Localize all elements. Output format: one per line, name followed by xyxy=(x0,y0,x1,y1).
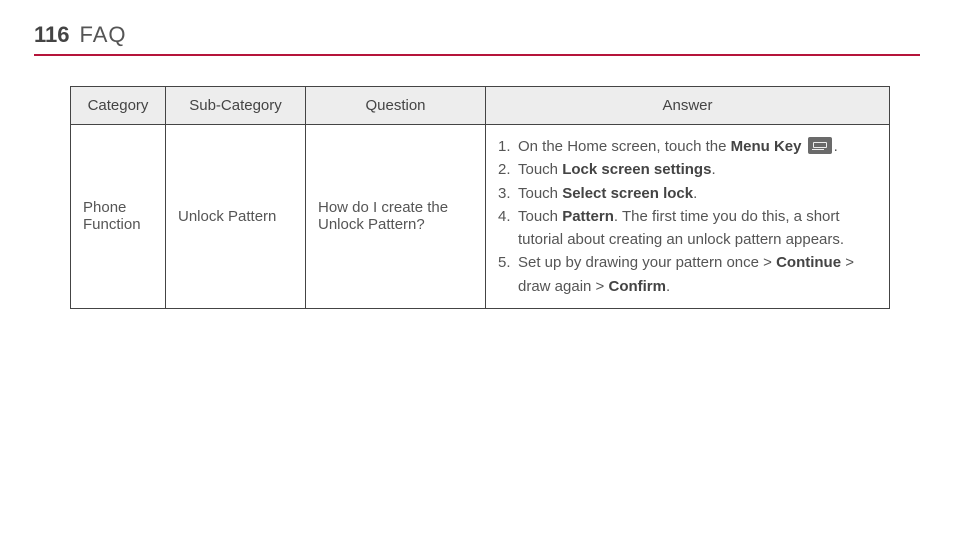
step-2: Touch Lock screen settings. xyxy=(498,158,877,181)
step-text: . xyxy=(666,278,670,295)
cell-question: How do I create the Unlock Pattern? xyxy=(306,125,486,309)
header-answer: Answer xyxy=(486,87,890,125)
step-bold: Continue xyxy=(776,254,841,271)
step-1: On the Home screen, touch the Menu Key . xyxy=(498,135,877,158)
cell-category: Phone Function xyxy=(71,125,166,309)
step-3: Touch Select screen lock. xyxy=(498,182,877,205)
step-bold: Menu Key xyxy=(731,138,802,155)
header-category: Category xyxy=(71,87,166,125)
cell-sub-category: Unlock Pattern xyxy=(166,125,306,309)
step-text: . xyxy=(693,185,697,202)
step-text: On the Home screen, touch the xyxy=(518,138,731,155)
faq-table: Category Sub-Category Question Answer Ph… xyxy=(70,86,890,309)
answer-steps: On the Home screen, touch the Menu Key .… xyxy=(498,135,877,298)
step-text: Touch xyxy=(518,161,562,178)
header-question: Question xyxy=(306,87,486,125)
step-bold: Select screen lock xyxy=(562,185,693,202)
table-header-row: Category Sub-Category Question Answer xyxy=(71,87,890,125)
page-number: 116 xyxy=(34,22,70,48)
menu-key-icon xyxy=(808,137,832,154)
step-text: Touch xyxy=(518,208,562,225)
page-title: FAQ xyxy=(80,22,127,48)
page-header: 116 FAQ xyxy=(34,22,920,56)
step-text: . xyxy=(711,161,715,178)
step-bold: Lock screen settings xyxy=(562,161,711,178)
cell-answer: On the Home screen, touch the Menu Key .… xyxy=(486,125,890,309)
step-4: Touch Pattern. The first time you do thi… xyxy=(498,205,877,252)
step-bold: Confirm xyxy=(608,278,666,295)
table-row: Phone Function Unlock Pattern How do I c… xyxy=(71,125,890,309)
step-bold: Pattern xyxy=(562,208,614,225)
header-sub-category: Sub-Category xyxy=(166,87,306,125)
step-text: Touch xyxy=(518,185,562,202)
step-text: Set up by drawing your pattern once > xyxy=(518,254,776,271)
step-text: . xyxy=(834,138,838,155)
step-5: Set up by drawing your pattern once > Co… xyxy=(498,251,877,298)
